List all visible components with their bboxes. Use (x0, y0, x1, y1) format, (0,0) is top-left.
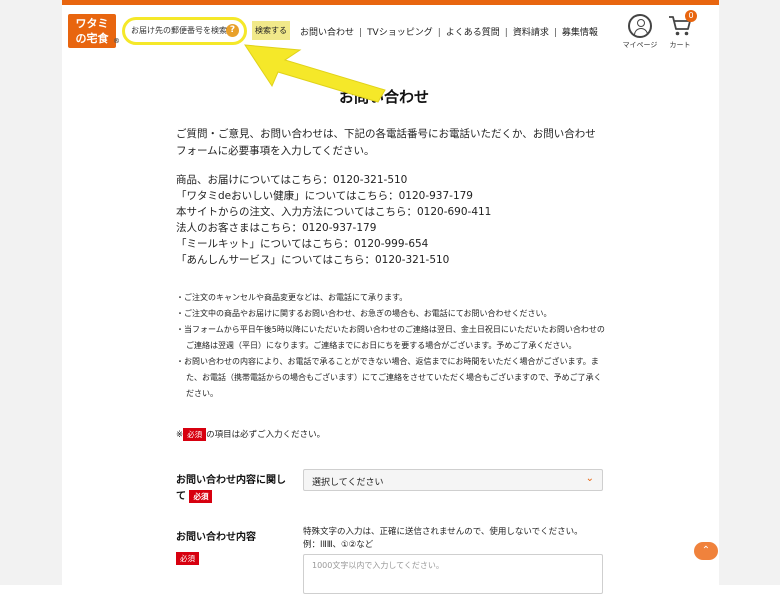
note-item: ・お問い合わせの内容により、お電話で承ることができない場合、返信までにお時間をい… (176, 357, 602, 398)
inquiry-type-select[interactable]: 選択してください ⌄ (303, 469, 603, 491)
chevron-down-icon: ⌄ (585, 473, 594, 484)
notes-list: ・ご注文のキャンセルや商品変更などは、お電話にて承ります。 ・ご注文中の商品やお… (176, 290, 606, 402)
inquiry-type-selected: 選択してください (312, 478, 384, 488)
nav-separator: | (553, 28, 557, 38)
phone-line: 商品、お届けについてはこちら：0120-321-510 (176, 174, 408, 186)
nav-separator: | (437, 28, 441, 38)
required-badge: 必須 (189, 490, 213, 503)
phone-line: 法人のお客さまはこちら：0120-937-179 (176, 222, 377, 234)
cart-label: カート (669, 41, 691, 49)
chevron-up-icon: ⌃ (701, 545, 711, 556)
inquiry-body-required: 必須 (176, 546, 199, 565)
inquiry-body-help-text: 特殊文字の入力は、正確に送信されませんので、使用しないでください。 (303, 527, 583, 537)
cart-link[interactable]: 0 カート (662, 10, 698, 50)
note-item: ・当フォームから平日午後5時以降にいただいたお問い合わせのご連絡は翌日、金土日祝… (176, 325, 605, 350)
user-icon (628, 14, 652, 38)
note-item: ・ご注文のキャンセルや商品変更などは、お電話にて承ります。 (176, 293, 408, 302)
annotation-arrow (244, 44, 386, 103)
phone-line: 「ワタミdeおいしい健康」についてはこちら：0120-937-179 (176, 190, 473, 202)
phone-line: 「ミールキット」についてはこちら：0120-999-654 (176, 238, 429, 250)
page-margin-right (719, 0, 780, 585)
phone-list: 商品、お届けについてはこちら：0120-321-510 「ワタミdeおいしい健康… (176, 172, 626, 268)
inquiry-body-textarea[interactable]: 1000文字以内で入力してください。 (303, 554, 603, 594)
nav-recruit[interactable]: 募集情報 (562, 28, 598, 38)
mypage-label: マイページ (622, 41, 658, 49)
back-to-top-button[interactable]: ⌃ (694, 542, 718, 560)
inquiry-body-label: お問い合わせ内容 (176, 532, 256, 543)
nav-faq[interactable]: よくある質問 (446, 28, 500, 38)
inquiry-body-placeholder: 1000文字以内で入力してください。 (312, 561, 444, 570)
note-item: ・ご注文中の商品やお届けに関するお問い合わせ、お急ぎの場合も、お電話にてお問い合… (176, 309, 552, 318)
nav-brochure[interactable]: 資料請求 (513, 28, 549, 38)
phone-line: 本サイトからの注文、入力方法についてはこちら：0120-690-411 (176, 206, 492, 218)
inquiry-type-label: お問い合わせ内容に関して 必須 (176, 473, 286, 505)
inquiry-body-help: 特殊文字の入力は、正確に送信されませんので、使用しないでください。 例：ⅠⅡⅢ、… (303, 526, 613, 552)
required-note-prefix: ※ (176, 430, 184, 440)
nav-separator: | (504, 28, 508, 38)
required-note-suffix: の項目は必ずご入力ください。 (206, 430, 326, 440)
mypage-link[interactable]: マイページ (620, 14, 660, 50)
required-badge: 必須 (183, 428, 207, 441)
phone-line: 「あんしんサービス」についてはこちら：0120-321-510 (176, 254, 450, 266)
required-badge: 必須 (176, 552, 199, 565)
required-note: ※ 必須 の項目は必ずご入力ください。 (176, 428, 325, 441)
cart-count-badge: 0 (685, 10, 697, 22)
inquiry-body-example: 例：ⅠⅡⅢ、①②など (303, 540, 374, 550)
intro-text: ご質問・ご意見、お問い合わせは、下記の各電話番号にお電話いただくか、お問い合わせ… (176, 128, 596, 157)
